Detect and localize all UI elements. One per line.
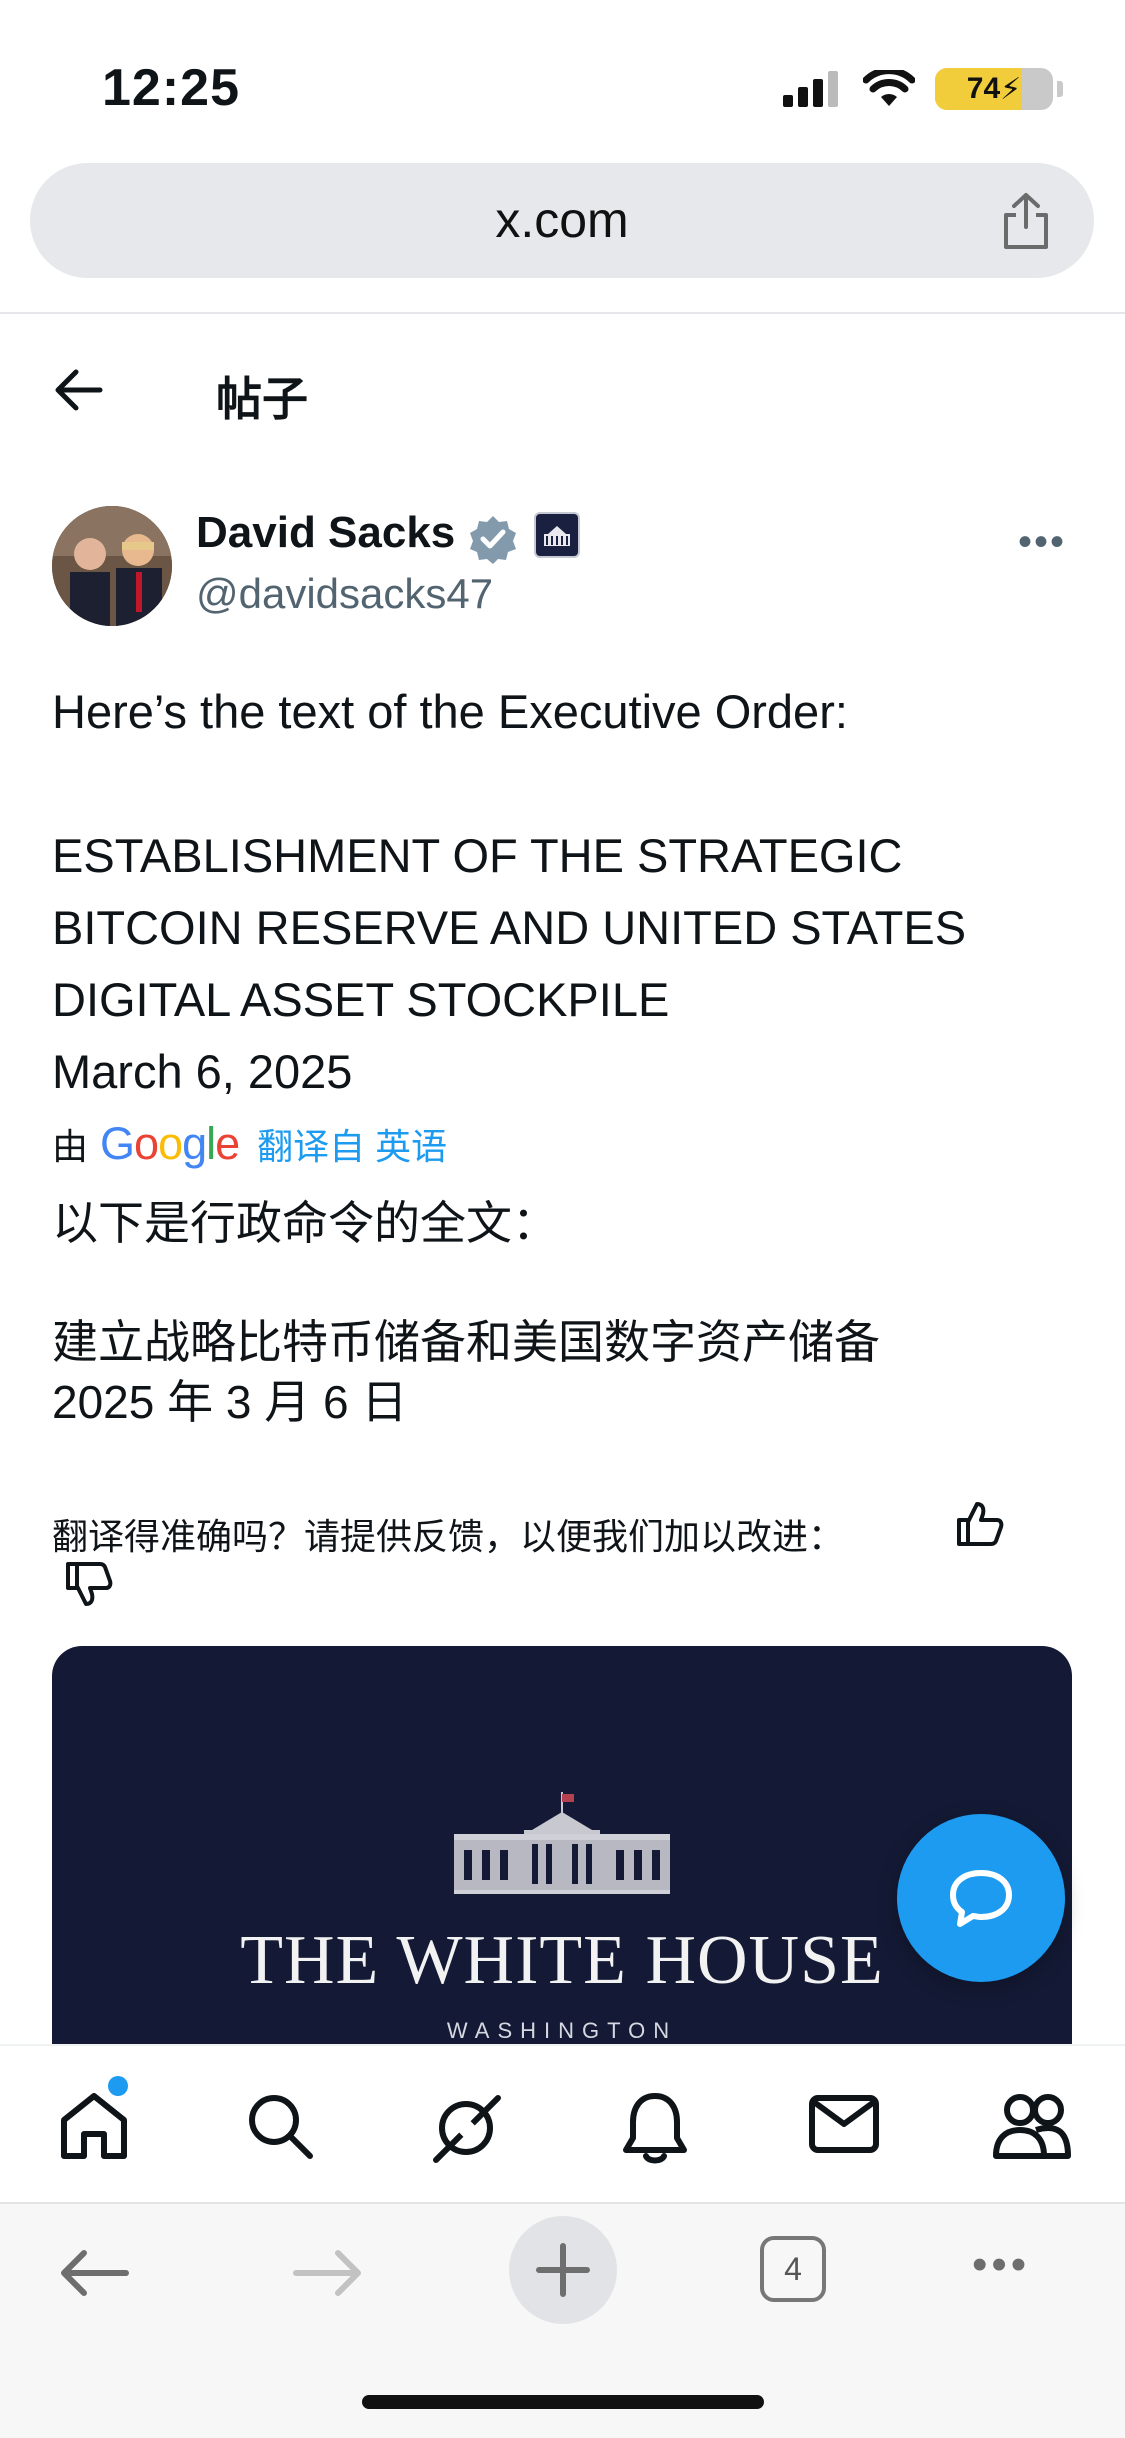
search-icon[interactable]: [244, 2090, 316, 2162]
back-arrow-icon[interactable]: [54, 368, 104, 412]
divider: [0, 312, 1125, 314]
browser-menu-icon[interactable]: •••: [972, 2240, 1030, 2290]
messages-icon[interactable]: [808, 2090, 880, 2156]
battery-cap: [1057, 81, 1063, 97]
share-icon[interactable]: [1000, 191, 1052, 251]
verified-badge-icon: [470, 516, 516, 564]
address-bar[interactable]: x.com: [30, 163, 1094, 278]
more-options-icon[interactable]: •••: [1018, 520, 1066, 565]
avatar[interactable]: [52, 506, 172, 626]
home-notification-dot: [108, 2076, 128, 2096]
post-text-intro: Here’s the text of the Executive Order:: [52, 685, 848, 738]
url-text[interactable]: x.com: [30, 191, 1094, 249]
status-icons: 74 ⚡: [783, 64, 1063, 114]
plus-icon: [536, 2243, 590, 2297]
post-text-date: March 6, 2025: [52, 1045, 353, 1098]
communities-icon[interactable]: [992, 2090, 1072, 2162]
page-title: 帖子: [216, 373, 308, 425]
post-text-title-3: DIGITAL ASSET STOCKPILE: [52, 973, 670, 1026]
translated-by-label: 由: [52, 1126, 89, 1167]
author-handle[interactable]: @davidsacks47: [196, 570, 493, 618]
browser-back-icon[interactable]: [58, 2248, 130, 2298]
translation-date: 2025 年 3 月 6 日: [52, 1376, 408, 1428]
white-house-logo: [454, 1792, 670, 1894]
wifi-icon: [863, 70, 915, 106]
battery-indicator: 74 ⚡: [935, 68, 1053, 110]
new-tab-button[interactable]: [509, 2216, 617, 2324]
chat-bubble-icon: [950, 1870, 1012, 1927]
tab-switcher-button[interactable]: 4: [760, 2236, 826, 2302]
translate-source-link[interactable]: 翻译自 英语: [257, 1118, 447, 1170]
affiliation-badge-icon: [534, 512, 580, 558]
thumbs-up-icon[interactable]: [955, 1500, 1005, 1548]
translation-intro: 以下是行政命令的全文：: [52, 1197, 558, 1249]
card-subtitle: WASHINGTON: [446, 2018, 678, 2043]
bottom-tab-bar: [0, 2044, 1125, 2204]
home-icon[interactable]: [56, 2090, 132, 2162]
grok-icon[interactable]: [428, 2090, 504, 2166]
translation-attribution: 由 Google 翻译自 英语: [52, 1118, 447, 1170]
post-text-title-2: BITCOIN RESERVE AND UNITED STATES: [52, 901, 967, 954]
translation-title: 建立战略比特币储备和美国数字资产储备: [52, 1316, 880, 1368]
reply-fab-button[interactable]: [897, 1814, 1065, 1982]
notifications-icon[interactable]: [620, 2090, 690, 2166]
google-logo: Google: [100, 1118, 240, 1169]
battery-text: 74: [966, 72, 1001, 105]
home-indicator: [362, 2395, 764, 2409]
translation-feedback-text: 翻译得准确吗？请提供反馈，以便我们加以改进：: [52, 1516, 845, 1557]
status-time: 12:25: [102, 59, 240, 117]
post-text-title-1: ESTABLISHMENT OF THE STRATEGIC: [52, 829, 903, 882]
thumbs-down-icon[interactable]: [64, 1560, 114, 1608]
signal-icon: [783, 71, 838, 107]
tab-count: 4: [784, 2250, 802, 2287]
browser-forward-icon[interactable]: [292, 2248, 364, 2298]
avatar-image: [52, 506, 172, 626]
author-name[interactable]: David Sacks: [196, 508, 455, 558]
